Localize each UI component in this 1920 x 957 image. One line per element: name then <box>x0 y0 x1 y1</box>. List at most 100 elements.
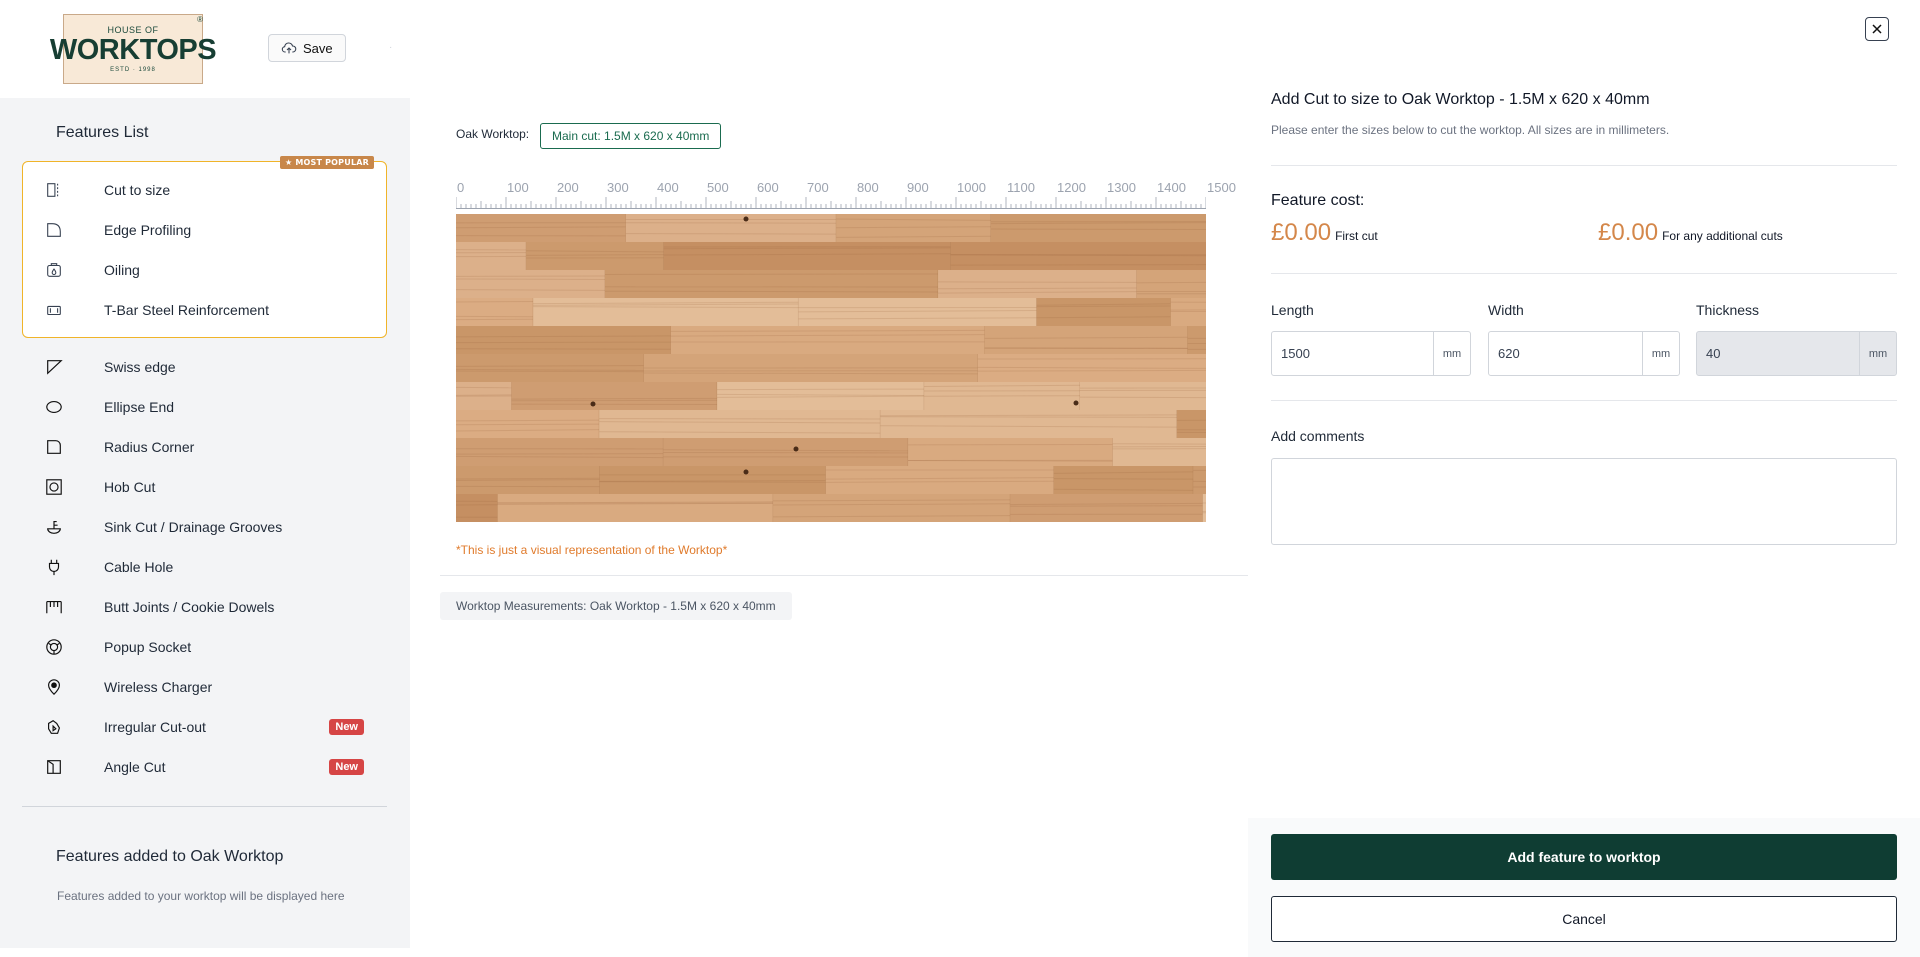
close-panel-button[interactable] <box>1865 17 1889 41</box>
length-label: Length <box>1271 302 1314 318</box>
angle-cut-icon <box>44 757 64 777</box>
save-button-label: Save <box>303 40 333 56</box>
wood-grain <box>1010 505 1203 507</box>
feature-label: Swiss edge <box>104 359 176 375</box>
feature-angle-cut[interactable]: Angle Cut New <box>22 749 387 785</box>
width-input[interactable] <box>1489 332 1642 375</box>
wood-grain <box>456 395 512 397</box>
wood-stave <box>1112 438 1206 466</box>
feature-swiss-edge[interactable]: Swiss edge <box>22 349 387 385</box>
panel-footer: Add feature to worktop Cancel <box>1248 818 1920 957</box>
feature-label: Radius Corner <box>104 439 195 455</box>
features-sidebar: Features List ★ MOST POPULAR Cut to size… <box>0 98 410 948</box>
wood-grain <box>511 399 718 402</box>
wood-stave <box>456 354 644 382</box>
wood-stave <box>456 494 498 522</box>
first-cut-price: £0.00 First cut <box>1271 219 1378 247</box>
wood-grain <box>938 287 1137 290</box>
length-input[interactable] <box>1272 332 1433 375</box>
length-unit: mm <box>1433 332 1470 375</box>
panel-subtitle: Please enter the sizes below to cut the … <box>1271 123 1670 137</box>
tbar-icon <box>44 300 64 320</box>
first-cut-note: First cut <box>1335 229 1378 243</box>
wood-grain <box>1036 305 1171 308</box>
wood-stave <box>497 494 774 522</box>
comments-label: Add comments <box>1271 428 1365 444</box>
butt-joints-icon <box>44 597 64 617</box>
feature-edge-profiling[interactable]: Edge Profiling <box>22 212 387 248</box>
measurement-ruler: 0 100 200 300 400 500 600 700 800 900 1000 1100 1200… <box>456 178 1256 212</box>
wood-stave <box>663 438 909 466</box>
feature-oiling[interactable]: Oiling <box>22 252 387 288</box>
close-icon <box>1872 24 1882 34</box>
wood-grain <box>938 281 1137 283</box>
add-feature-button[interactable]: Add feature to worktop <box>1271 834 1897 880</box>
ruler-label: 900 <box>907 180 929 195</box>
worktop-label: Oak Worktop: <box>456 127 530 141</box>
worktop-visual <box>456 214 1206 522</box>
first-cut-amount: £0.00 <box>1271 219 1332 246</box>
wood-grain <box>456 423 600 426</box>
width-label: Width <box>1488 302 1524 318</box>
wood-grain <box>625 222 837 224</box>
wood-grain <box>456 500 498 502</box>
feature-label: Wireless Charger <box>104 679 213 695</box>
feature-hob-cut[interactable]: Hob Cut <box>22 469 387 505</box>
ruler-label: 0 <box>457 180 465 195</box>
feature-wireless-charger[interactable]: Wireless Charger <box>22 669 387 705</box>
wood-grain <box>990 228 1206 231</box>
feature-sink-cut[interactable]: Sink Cut / Drainage Grooves <box>22 509 387 545</box>
panel-divider <box>1271 400 1897 401</box>
feature-tbar-reinforcement[interactable]: T-Bar Steel Reinforcement <box>22 292 387 328</box>
main-cut-tag[interactable]: Main cut: 1.5M x 620 x 40mm <box>540 123 722 149</box>
ruler-ticks <box>456 197 1206 208</box>
registered-mark: ® <box>197 15 203 24</box>
feature-popup-socket[interactable]: Popup Socket <box>22 629 387 665</box>
cloud-upload-icon <box>281 42 297 54</box>
visual-disclaimer: *This is just a visual representation of… <box>456 543 728 557</box>
feature-cut-to-size[interactable]: Cut to size <box>22 172 387 208</box>
feature-irregular-cutout[interactable]: Irregular Cut-out New <box>22 709 387 745</box>
feature-label: Hob Cut <box>104 479 156 495</box>
panel-divider <box>1271 165 1897 166</box>
feature-label: Butt Joints / Cookie Dowels <box>104 599 275 615</box>
wood-stave <box>984 326 1188 354</box>
feature-radius-corner[interactable]: Radius Corner <box>22 429 387 465</box>
wood-stave <box>663 242 951 270</box>
feature-label: Cable Hole <box>104 559 174 575</box>
length-field: mm <box>1271 331 1471 376</box>
wireless-charger-icon <box>44 677 64 697</box>
wood-stave <box>908 438 1113 466</box>
logo-name: WORKTOPS <box>49 34 217 66</box>
comments-textarea[interactable] <box>1271 458 1897 545</box>
wood-knot <box>743 216 749 222</box>
width-field: mm <box>1488 331 1680 376</box>
logo-sub-text: ESTD · 1998 <box>110 67 156 73</box>
popup-socket-icon <box>44 637 64 657</box>
swiss-edge-icon <box>44 357 64 377</box>
cancel-button[interactable]: Cancel <box>1271 896 1897 942</box>
add-feature-panel: Add Cut to size to Oak Worktop - 1.5M x … <box>1248 0 1920 957</box>
ruler-label: 1200 <box>1057 180 1086 195</box>
feature-butt-joints[interactable]: Butt Joints / Cookie Dowels <box>22 589 387 625</box>
feature-ellipse-end[interactable]: Ellipse End <box>22 389 387 425</box>
feature-label: T-Bar Steel Reinforcement <box>104 302 269 318</box>
wood-stave <box>526 242 664 270</box>
wood-grain <box>880 416 1177 418</box>
feature-label: Sink Cut / Drainage Grooves <box>104 519 283 535</box>
ruler-label: 600 <box>757 180 779 195</box>
save-button[interactable]: Save <box>268 34 346 62</box>
panel-title: Add Cut to size to Oak Worktop - 1.5M x … <box>1271 91 1650 108</box>
ruler-label: 500 <box>707 180 729 195</box>
feature-cable-hole[interactable]: Cable Hole <box>22 549 387 585</box>
brand-logo[interactable]: HOUSE OF WORKTOPS ESTD · 1998 ® <box>50 14 217 84</box>
features-added-empty-text: Features added to your worktop will be d… <box>57 889 345 903</box>
feature-label: Cut to size <box>104 182 171 198</box>
sink-cut-icon <box>44 517 64 537</box>
radius-corner-icon <box>44 437 64 457</box>
wood-stave <box>938 270 1137 298</box>
wood-stave <box>1202 494 1206 522</box>
ruler-label: 1400 <box>1157 180 1186 195</box>
wood-grain <box>1053 478 1194 480</box>
wood-knot <box>793 446 799 452</box>
